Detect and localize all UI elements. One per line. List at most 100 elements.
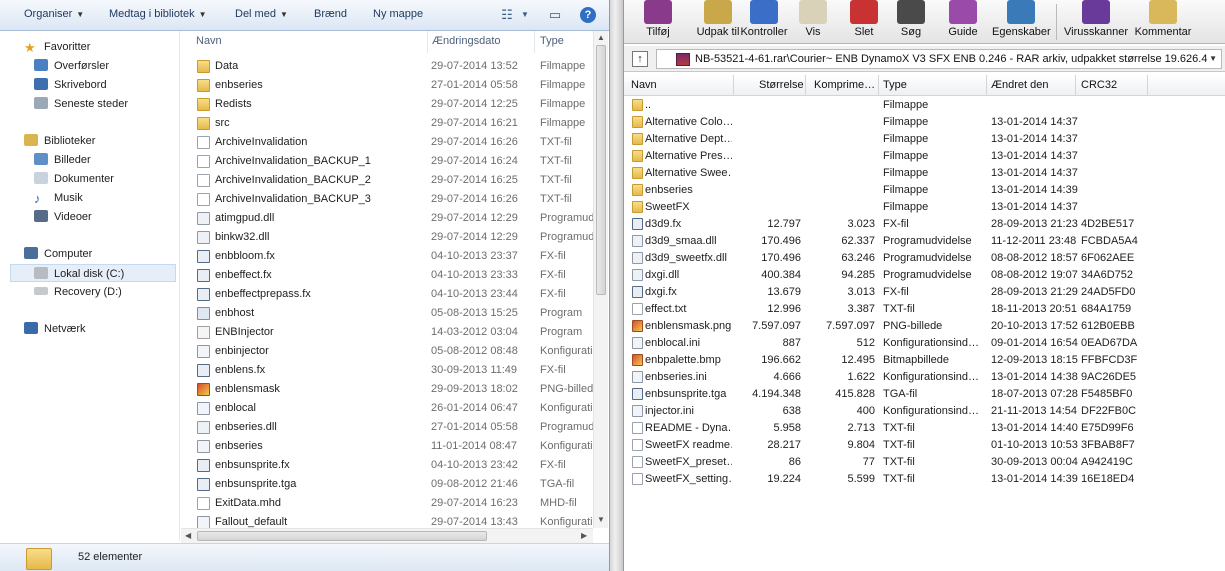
organize-menu[interactable]: Organiser ▼ <box>24 8 84 20</box>
file-row[interactable]: ArchiveInvalidation_BACKUP_1 29-07-2014 1… <box>181 152 593 171</box>
column-separator[interactable] <box>733 75 734 96</box>
archive-row[interactable]: SweetFX Filmappe 13-01-2014 14:37 <box>624 199 1225 216</box>
toolbar-button[interactable]: Slet <box>849 0 879 44</box>
file-row[interactable]: enbseries 27-01-2014 05:58 Filmappe <box>181 76 593 95</box>
archive-row[interactable]: README - Dyna… 5.958 2.713 TXT-fil 13-01-201… <box>624 420 1225 437</box>
view-options-icon[interactable]: ☷ <box>498 7 516 23</box>
toolbar-button[interactable]: Egenskaber <box>992 0 1051 44</box>
archive-row[interactable]: SweetFX_preset… 86 77 TXT-fil 30-09-2013 00:… <box>624 454 1225 471</box>
archive-row[interactable]: d3d9_smaa.dll 170.496 62.337 Programudvidel… <box>624 233 1225 250</box>
archive-row[interactable]: enblensmask.png 7.597.097 7.597.097 PNG-bil… <box>624 318 1225 335</box>
archive-row[interactable]: enbpalette.bmp 196.662 12.495 Bitmapbillede… <box>624 352 1225 369</box>
file-row[interactable]: enbeffectprepass.fx 04-10-2013 23:44 FX-fi… <box>181 285 593 304</box>
file-row[interactable]: enbeffect.fx 04-10-2013 23:33 FX-fil <box>181 266 593 285</box>
file-row[interactable]: enbinjector 05-08-2012 08:48 Konfigurati <box>181 342 593 361</box>
toolbar-button[interactable]: Virusskanner <box>1062 0 1130 44</box>
scroll-up-icon[interactable]: ▲ <box>597 33 605 42</box>
nav-desktop[interactable]: Skrivebord <box>34 76 107 94</box>
archive-row[interactable]: effect.txt 12.996 3.387 TXT-fil 18-11-2013 2… <box>624 301 1225 318</box>
archive-row[interactable]: dxgi.dll 400.384 94.285 Programudvidelse 08-… <box>624 267 1225 284</box>
archive-row[interactable]: d3d9.fx 12.797 3.023 FX-fil 28-09-2013 21:23… <box>624 216 1225 233</box>
scrollbar-thumb[interactable] <box>596 45 606 295</box>
nav-music[interactable]: ♪ Musik <box>34 189 83 207</box>
toolbar-button[interactable]: Guide <box>946 0 980 44</box>
file-row[interactable]: atimgpud.dll 29-07-2014 12:29 Programud <box>181 209 594 228</box>
archive-row[interactable]: enbsunsprite.tga 4.194.348 415.828 TGA-fil 1… <box>624 386 1225 403</box>
horizontal-scrollbar[interactable]: ◀ ▶ <box>181 528 593 543</box>
file-row[interactable]: ArchiveInvalidation 29-07-2014 16:26 TXT-f… <box>181 133 593 152</box>
nav-network[interactable]: Netværk <box>24 320 86 338</box>
chevron-down-icon[interactable]: ▼ <box>1209 54 1217 63</box>
file-row[interactable]: enbbloom.fx 04-10-2013 23:37 FX-fil <box>181 247 593 266</box>
file-row[interactable]: enbseries.dll 27-01-2014 05:58 Programud <box>181 418 594 437</box>
burn-button[interactable]: Brænd <box>314 8 347 20</box>
archive-row[interactable]: Alternative Colo… Filmappe 13-01-2014 14:3… <box>624 114 1225 131</box>
column-header-type[interactable]: Type <box>883 79 907 91</box>
nav-downloads[interactable]: Overførsler <box>34 57 109 75</box>
column-separator[interactable] <box>534 31 535 53</box>
toolbar-button[interactable]: Vis <box>796 0 830 44</box>
column-header-packed[interactable]: Komprime… <box>814 79 875 91</box>
file-row[interactable]: ArchiveInvalidation_BACKUP_3 29-07-2014 1… <box>181 190 593 209</box>
archive-row[interactable]: Alternative Dept… Filmappe 13-01-2014 14:3… <box>624 131 1225 148</box>
archive-row[interactable]: injector.ini 638 400 Konfigurationsind… 21-1… <box>624 403 1225 420</box>
file-row[interactable]: Data 29-07-2014 13:52 Filmappe <box>181 57 593 76</box>
toolbar-button[interactable]: Kontroller <box>738 0 790 44</box>
column-separator[interactable] <box>1147 75 1148 96</box>
toolbar-button[interactable]: Tilføj <box>638 0 678 44</box>
file-row[interactable]: Redists 29-07-2014 12:25 Filmappe <box>181 95 593 114</box>
path-field[interactable]: NB-53521-4-61.rar\Courier~ ENB DynamoX V… <box>656 49 1222 69</box>
file-row[interactable]: enbseries 11-01-2014 08:47 Konfigurati <box>181 437 593 456</box>
archive-row[interactable]: d3d9_sweetfx.dll 170.496 63.246 Programudvi… <box>624 250 1225 267</box>
new-folder-button[interactable]: Ny mappe <box>373 8 423 20</box>
archive-row[interactable]: enblocal.ini 887 512 Konfigurationsind… 09-0… <box>624 335 1225 352</box>
column-header-crc[interactable]: CRC32 <box>1081 79 1117 91</box>
toolbar-button[interactable]: Udpak til <box>692 0 744 44</box>
scroll-left-icon[interactable]: ◀ <box>185 531 191 540</box>
file-row[interactable]: ENBInjector 14-03-2012 03:04 Program <box>181 323 593 342</box>
column-header-modified[interactable]: Ændringsdato <box>432 35 501 47</box>
archive-row[interactable]: SweetFX_setting… 19.224 5.599 TXT-fil 13-01-… <box>624 471 1225 488</box>
toolbar-button[interactable]: Søg <box>896 0 926 44</box>
column-separator[interactable] <box>805 75 806 96</box>
up-folder-icon[interactable]: ↑ <box>632 51 648 67</box>
toolbar-button[interactable]: Kommentar <box>1132 0 1194 44</box>
column-header-name[interactable]: Navn <box>196 35 222 47</box>
file-row[interactable]: enbhost 05-08-2013 15:25 Program <box>181 304 593 323</box>
column-separator[interactable] <box>427 31 428 53</box>
nav-pictures[interactable]: Billeder <box>34 151 91 169</box>
scrollbar-thumb[interactable] <box>197 531 487 541</box>
scroll-down-icon[interactable]: ▼ <box>597 515 605 524</box>
file-row[interactable]: enblocal 26-01-2014 06:47 Konfigurati <box>181 399 593 418</box>
archive-row[interactable]: .. Filmappe <box>624 97 1225 114</box>
column-header-name[interactable]: Navn <box>631 79 657 91</box>
column-header-size[interactable]: Størrelse <box>759 79 804 91</box>
archive-row[interactable]: SweetFX readme… 28.217 9.804 TXT-fil 01-10-2… <box>624 437 1225 454</box>
archive-row[interactable]: dxgi.fx 13.679 3.013 FX-fil 28-09-2013 21:29… <box>624 284 1225 301</box>
scroll-right-icon[interactable]: ▶ <box>581 531 587 540</box>
nav-videos[interactable]: Videoer <box>34 208 92 226</box>
column-separator[interactable] <box>986 75 987 96</box>
nav-local-disk[interactable]: Lokal disk (C:) <box>10 264 176 282</box>
file-row[interactable]: enbsunsprite.tga 09-08-2012 21:46 TGA-fil <box>181 475 593 494</box>
preview-pane-icon[interactable]: ▭ <box>546 7 564 23</box>
vertical-scrollbar[interactable]: ▲ ▼ <box>593 31 608 528</box>
file-row[interactable]: ArchiveInvalidation_BACKUP_2 29-07-2014 1… <box>181 171 593 190</box>
help-icon[interactable]: ? <box>580 7 596 23</box>
include-library-menu[interactable]: Medtag i bibliotek ▼ <box>109 8 207 20</box>
nav-favorites[interactable]: ★ Favoritter <box>24 38 90 56</box>
nav-recovery[interactable]: Recovery (D:) <box>34 283 122 301</box>
archive-row[interactable]: enbseries Filmappe 13-01-2014 14:39 <box>624 182 1225 199</box>
file-row[interactable]: enbsunsprite.fx 04-10-2013 23:42 FX-fil <box>181 456 593 475</box>
share-with-menu[interactable]: Del med ▼ <box>235 8 288 20</box>
file-row[interactable]: ExitData.mhd 29-07-2014 16:23 MHD-fil <box>181 494 593 513</box>
archive-row[interactable]: enbseries.ini 4.666 1.622 Konfigurationsind… <box>624 369 1225 386</box>
view-chevron-icon[interactable]: ▼ <box>516 7 534 23</box>
column-separator[interactable] <box>878 75 879 96</box>
nav-recent[interactable]: Seneste steder <box>34 95 128 113</box>
archive-row[interactable]: Alternative Pres… Filmappe 13-01-2014 14:3… <box>624 148 1225 165</box>
column-header-modified[interactable]: Ændret den <box>991 79 1048 91</box>
file-row[interactable]: enblens.fx 30-09-2013 11:49 FX-fil <box>181 361 593 380</box>
nav-libraries[interactable]: Biblioteker <box>24 132 95 150</box>
nav-documents[interactable]: Dokumenter <box>34 170 114 188</box>
